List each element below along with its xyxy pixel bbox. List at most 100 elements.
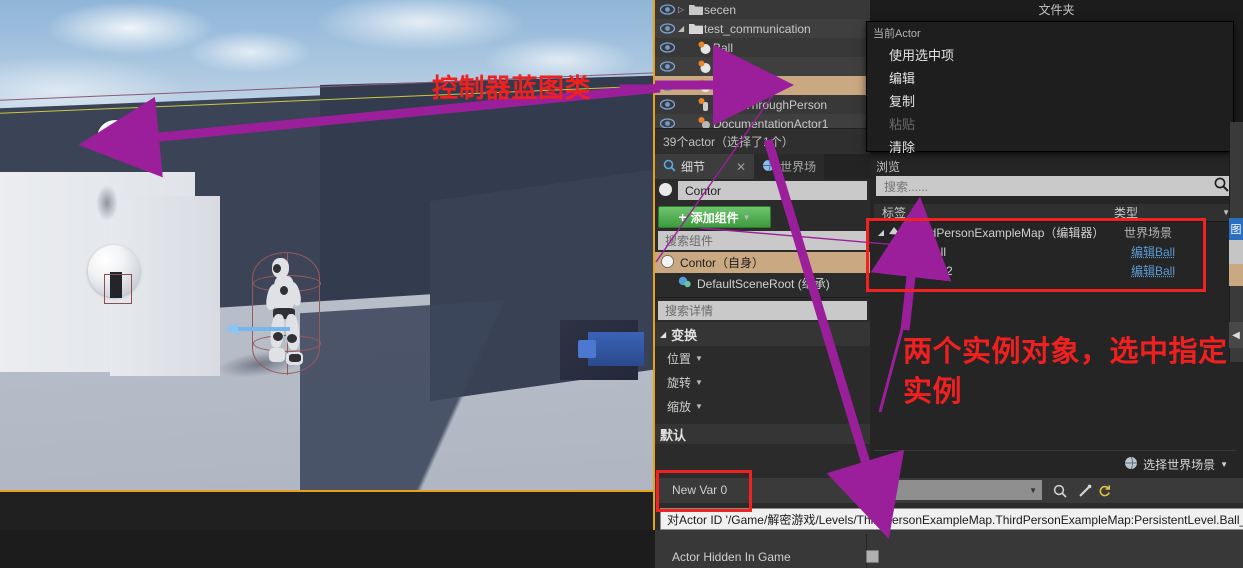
prop-rotation-label: 旋转 <box>667 375 692 390</box>
search-components-placeholder: 搜索组件 <box>665 234 714 248</box>
actor-context-menu[interactable]: 当前Actor 使用选中项 编辑 复制 粘贴 清除 <box>866 21 1234 155</box>
search-icon[interactable] <box>1214 177 1229 195</box>
collapse-panel-icon[interactable]: ◀ <box>1229 322 1243 348</box>
outliner-row-ball[interactable]: Ball <box>655 38 870 57</box>
menu-item-clear[interactable]: 清除 <box>867 136 1233 159</box>
outliner-label: Contor <box>713 78 750 93</box>
chevron-down-icon[interactable]: ◢ <box>660 330 666 339</box>
browse-search-input[interactable]: 搜索...... <box>876 176 1234 196</box>
scene-icon <box>677 275 692 292</box>
actor-hidden-label: Actor Hidden In Game <box>672 549 791 564</box>
actor-reference-value: Ball <box>875 483 896 497</box>
eyedropper-icon[interactable] <box>1076 482 1093 499</box>
browse-to-asset-icon[interactable] <box>1051 482 1068 499</box>
search-details-input[interactable]: 搜索详情 <box>658 301 867 320</box>
prop-location-label: 位置 <box>667 351 692 366</box>
prop-row-location[interactable]: 位置 ▼ <box>655 346 870 370</box>
chevron-down-icon[interactable]: ▼ <box>743 213 751 222</box>
eye-icon[interactable] <box>659 3 676 16</box>
annotation-box-browse-list <box>866 218 1206 292</box>
prop-row-actor-hidden-in-game[interactable]: Actor Hidden In Game <box>655 545 1243 568</box>
eye-icon[interactable] <box>659 22 676 35</box>
eye-icon[interactable] <box>659 41 676 54</box>
section-transform-label: 变换 <box>671 327 698 343</box>
details-tab-row: 细节 ✕ 世界场 <box>655 154 870 179</box>
plus-icon: + <box>678 209 687 225</box>
world-browser-panel[interactable] <box>870 154 1243 480</box>
actor-name-row: Contor <box>655 179 870 202</box>
actor-name-field[interactable]: Contor <box>678 181 867 200</box>
add-component-button[interactable]: + 添加组件 ▼ <box>658 206 771 228</box>
context-menu-header: 当前Actor <box>873 28 921 40</box>
folder-column-title: 文件夹 <box>1038 3 1075 17</box>
tab-world-scene[interactable]: 世界场 <box>754 154 825 179</box>
chevron-down-icon[interactable]: ▼ <box>695 402 703 411</box>
chevron-right-icon[interactable]: ▷ <box>678 5 687 14</box>
select-world-scene-button[interactable]: 选择世界场景 <box>1143 456 1215 473</box>
outliner-label: Ball2 <box>713 59 740 74</box>
chevron-down-icon[interactable]: ▼ <box>695 354 703 363</box>
outliner-label: DocumentationActor1 <box>713 116 829 129</box>
actor-icon <box>696 97 713 112</box>
reference-tooltip-text: 对Actor ID '/Game/解密游戏/Levels/ThirdPerson… <box>667 512 1243 527</box>
outliner-status-bar: 39个actor（选择了1个） <box>655 128 870 154</box>
reset-to-default-icon[interactable] <box>1096 482 1113 499</box>
world-outliner[interactable]: ▷ secen ◢ test_communication Ball Ball2 … <box>655 0 870 128</box>
folder-open-icon <box>687 23 704 34</box>
chevron-down-icon[interactable]: ◢ <box>678 24 687 33</box>
chevron-down-icon[interactable]: ▼ <box>1220 460 1228 469</box>
outliner-row-secen[interactable]: ▷ secen <box>655 0 870 19</box>
chevron-down-icon[interactable]: ▼ <box>695 378 703 387</box>
character-mannequin[interactable] <box>262 256 310 368</box>
outliner-label: Ball <box>713 40 734 55</box>
actor-reference-combobox[interactable]: Ball ▼ <box>869 480 1042 500</box>
edge-badge[interactable]: 图 <box>1229 218 1243 240</box>
edge-strip-gray <box>1229 240 1243 264</box>
section-default[interactable]: 默认 <box>655 424 870 444</box>
eye-icon[interactable] <box>659 117 676 128</box>
eye-icon[interactable] <box>659 79 676 92</box>
close-icon[interactable]: ✕ <box>736 160 746 174</box>
outliner-row-contor[interactable]: Contor <box>655 76 870 95</box>
search-components-input[interactable]: 搜索组件 <box>658 231 867 250</box>
add-component-label: 添加组件 <box>690 210 739 225</box>
outliner-row-ball2[interactable]: Ball2 <box>655 57 870 76</box>
sphere-icon <box>696 79 713 93</box>
tab-details[interactable]: 细节 ✕ <box>655 154 755 179</box>
menu-item-copy[interactable]: 复制 <box>867 90 1233 113</box>
annotation-two-instances-line1: 两个实例对象，选中指定 <box>903 334 1228 368</box>
outliner-row-breakthroughperson[interactable]: BreakThroughPerson <box>655 95 870 114</box>
sphere-icon <box>696 60 713 74</box>
actor-name-value: Contor <box>685 183 722 198</box>
prop-scale-label: 缩放 <box>667 399 692 414</box>
folder-icon <box>687 4 704 15</box>
component-row-contor-self[interactable]: Contor（自身） <box>655 252 870 273</box>
menu-item-paste: 粘贴 <box>889 117 916 132</box>
post-frame <box>104 274 132 304</box>
annotation-two-instances-line2: 实例 <box>903 374 963 408</box>
eye-icon[interactable] <box>659 98 676 111</box>
annotation-blueprint-class: 控制器蓝图类 <box>432 74 592 104</box>
browse-search-placeholder: 搜索...... <box>884 179 929 194</box>
eye-icon[interactable] <box>659 60 676 73</box>
prop-box-blue-small <box>578 340 596 358</box>
sphere-actor-ball[interactable] <box>97 120 133 156</box>
menu-item-use-selected[interactable]: 使用选中项 <box>867 44 1233 67</box>
outliner-row-documentationactor1[interactable]: DocumentationActor1 <box>655 114 870 128</box>
section-transform[interactable]: ◢ 变换 <box>655 322 870 346</box>
tab-details-label: 细节 <box>681 160 706 174</box>
prop-row-rotation[interactable]: 旋转 ▼ <box>655 370 870 394</box>
outliner-row-test-communication[interactable]: ◢ test_communication <box>655 19 870 38</box>
divider <box>655 297 870 298</box>
component-row-defaultsceneroot[interactable]: DefaultSceneRoot (继承) <box>655 273 870 294</box>
section-default-label: 默认 <box>660 427 687 443</box>
menu-item-edit[interactable]: 编辑 <box>867 67 1233 90</box>
outliner-label: BreakThroughPerson <box>713 97 828 112</box>
globe-icon <box>1124 456 1138 473</box>
chevron-down-icon[interactable]: ▼ <box>1029 486 1037 495</box>
prop-row-scale[interactable]: 缩放 ▼ <box>655 394 870 418</box>
outliner-label: test_communication <box>704 21 811 36</box>
prop-box-blue <box>588 332 644 366</box>
outliner-label: secen <box>704 2 737 17</box>
actor-hidden-checkbox[interactable] <box>866 550 879 563</box>
